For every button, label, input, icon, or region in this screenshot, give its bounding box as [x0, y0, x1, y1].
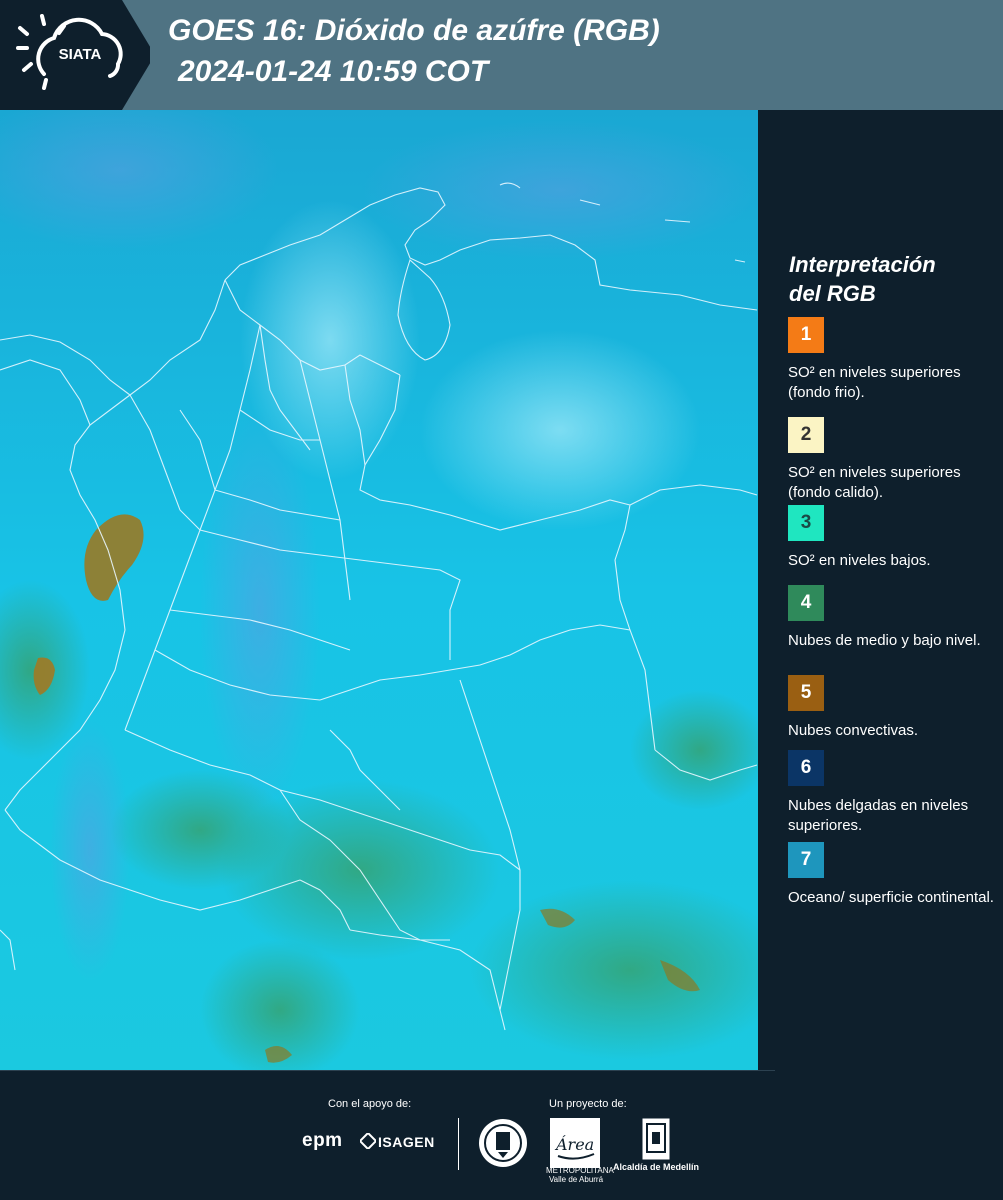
project-label: Un proyecto de:	[549, 1098, 627, 1110]
page-timestamp: 2024-01-24 10:59 COT	[178, 55, 489, 88]
area-metropolitana-caption: METROPOLITANA Valle de Aburrá	[546, 1166, 614, 1184]
header: SIATA GOES 16: Dióxido de azúfre (RGB) 2…	[0, 0, 1003, 110]
alcaldia-caption: Alcaldía de Medellín	[612, 1162, 700, 1172]
legend-label: Nubes delgadas en niveles superiores.	[788, 797, 969, 834]
legend-swatch: 1	[788, 317, 824, 353]
isagen-mark-icon	[360, 1133, 376, 1149]
area-metropolitana-logo: Área	[550, 1118, 600, 1168]
legend-item: 6 Nubes delgadas en niveles superiores.	[788, 750, 998, 836]
page-title: GOES 16: Dióxido de azúfre (RGB)	[168, 14, 660, 47]
epm-logo: epm	[302, 1130, 343, 1151]
legend-item: 5 Nubes convectivas.	[788, 675, 998, 741]
legend-item: 3 SO² en niveles bajos.	[788, 505, 998, 571]
legend-swatch: 2	[788, 417, 824, 453]
legend-label: Nubes convectivas.	[788, 722, 919, 739]
logo-block: SIATA	[0, 0, 150, 110]
university-seal-icon	[479, 1119, 527, 1167]
legend-swatch: 7	[788, 842, 824, 878]
legend-label: Nubes de medio y bajo nivel.	[788, 632, 981, 649]
legend-swatch: 4	[788, 585, 824, 621]
legend-title: Interpretación del RGB	[789, 250, 989, 308]
alcaldia-shield-icon	[642, 1118, 670, 1160]
legend-label: SO² en niveles superiores (fondo calido)…	[788, 464, 961, 501]
isagen-logo: ISAGEN	[378, 1134, 435, 1150]
footer: Con el apoyo de: Un proyecto de: epm ISA…	[0, 1070, 1003, 1200]
legend-item: 2 SO² en niveles superiores (fondo calido…	[788, 417, 998, 503]
svg-text:Área: Área	[554, 1134, 594, 1154]
legend-item: 1 SO² en niveles superiores (fondo frio).	[788, 317, 998, 403]
legend-title-line1: Interpretación	[789, 252, 936, 277]
footer-separator	[458, 1118, 459, 1170]
logo-text: SIATA	[58, 46, 102, 63]
legend-swatch: 6	[788, 750, 824, 786]
footer-divider	[0, 1070, 775, 1071]
legend-item: 4 Nubes de medio y bajo nivel.	[788, 585, 998, 651]
legend-label: SO² en niveles superiores (fondo frio).	[788, 364, 961, 401]
legend-panel: Interpretación del RGB 1 SO² en niveles s…	[758, 110, 1003, 1070]
support-label: Con el apoyo de:	[328, 1098, 412, 1110]
legend-label: Oceano/ superficie continental.	[788, 889, 994, 906]
map-canvas	[0, 110, 758, 1070]
legend-item: 7 Oceano/ superficie continental.	[788, 842, 998, 908]
legend-swatch: 5	[788, 675, 824, 711]
legend-label: SO² en niveles bajos.	[788, 552, 931, 569]
satellite-map	[0, 110, 758, 1070]
legend-swatch: 3	[788, 505, 824, 541]
legend-title-line2: del RGB	[789, 281, 876, 306]
